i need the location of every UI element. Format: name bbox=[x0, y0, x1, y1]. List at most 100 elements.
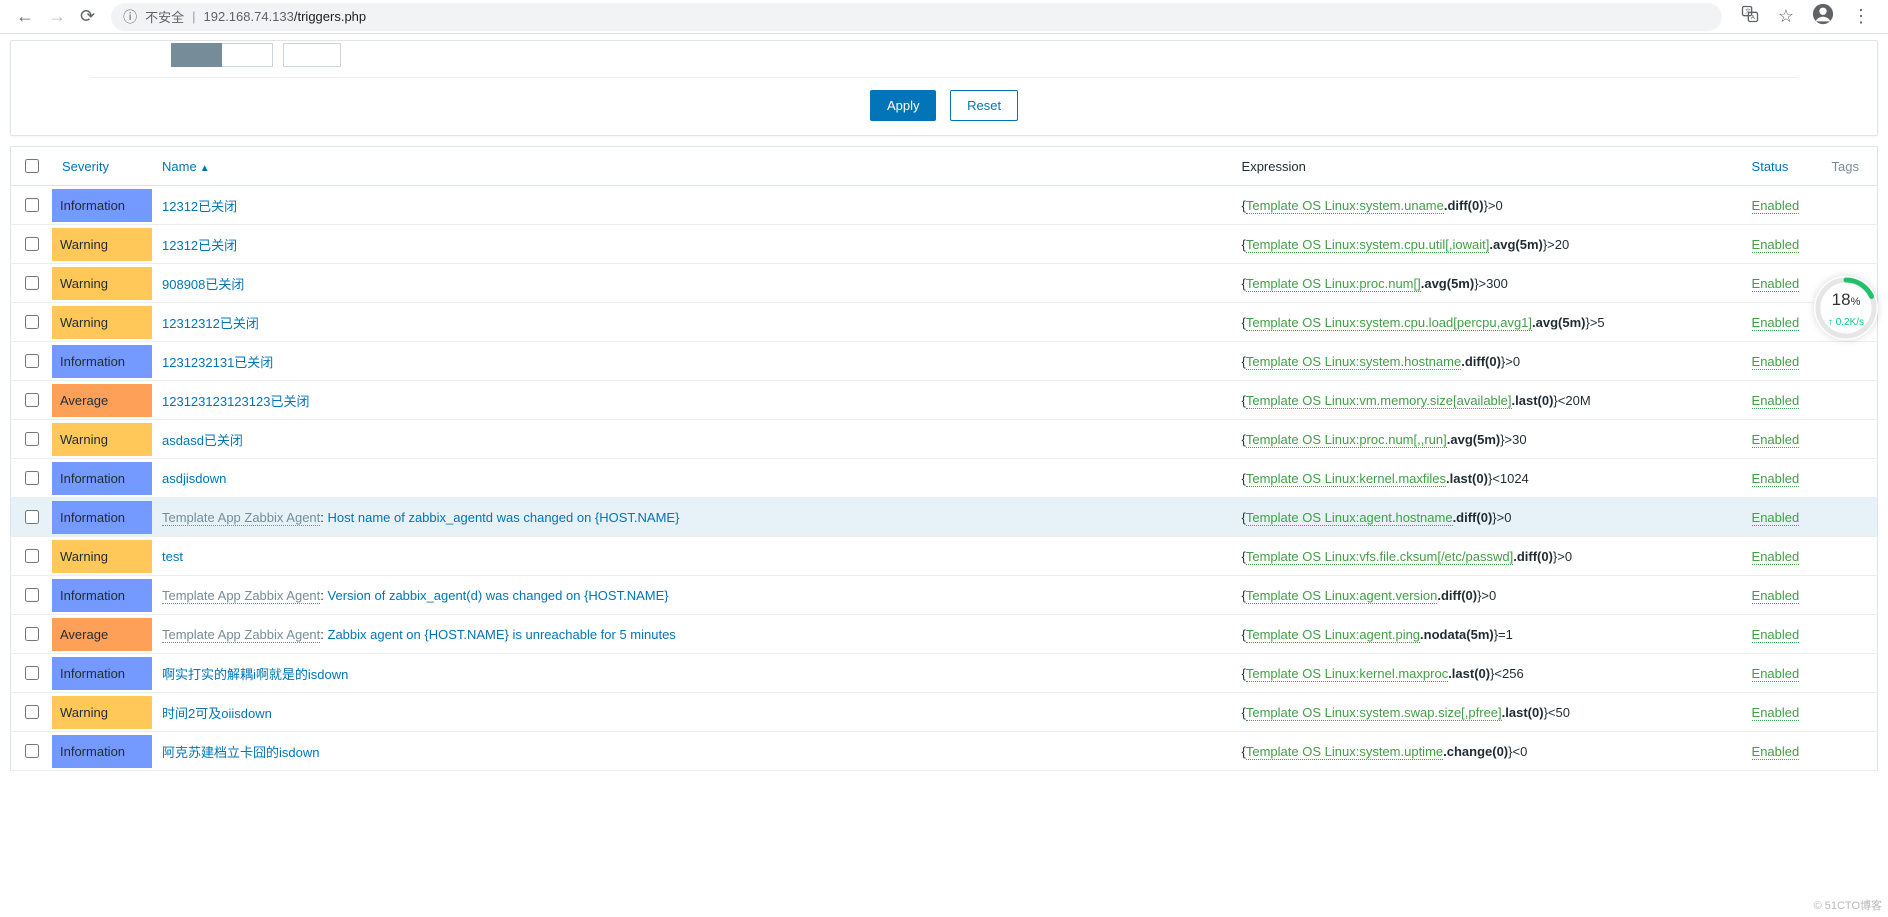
expression-item-link[interactable]: Template OS Linux:proc.num[,,run] bbox=[1246, 432, 1447, 448]
tags-cell bbox=[1822, 381, 1878, 420]
seg-option-active[interactable] bbox=[171, 43, 222, 67]
row-checkbox[interactable] bbox=[25, 237, 39, 251]
trigger-name-link[interactable]: asdjisdown bbox=[162, 471, 226, 486]
col-status[interactable]: Status bbox=[1742, 147, 1822, 186]
expression-item-link[interactable]: Template OS Linux:system.cpu.load[percpu… bbox=[1246, 315, 1532, 331]
tags-cell bbox=[1822, 654, 1878, 693]
col-severity[interactable]: Severity bbox=[52, 147, 152, 186]
expression-cell: {Template OS Linux:system.swap.size[,pfr… bbox=[1232, 693, 1742, 732]
row-checkbox[interactable] bbox=[25, 510, 39, 524]
tags-cell bbox=[1822, 420, 1878, 459]
expression-item-link[interactable]: Template OS Linux:agent.hostname bbox=[1246, 510, 1453, 526]
status-link[interactable]: Enabled bbox=[1752, 432, 1800, 448]
row-checkbox[interactable] bbox=[25, 393, 39, 407]
back-icon[interactable]: ← bbox=[16, 6, 34, 27]
upload-arrow-icon: ↑ bbox=[1828, 317, 1833, 328]
seg-option[interactable] bbox=[222, 43, 272, 67]
status-link[interactable]: Enabled bbox=[1752, 276, 1800, 292]
expression-item-link[interactable]: Template OS Linux:kernel.maxproc bbox=[1246, 666, 1448, 682]
name-cell: 阿克苏建档立卡囧的isdown bbox=[152, 732, 1232, 771]
expression-item-link[interactable]: Template OS Linux:vfs.file.cksum[/etc/pa… bbox=[1246, 549, 1513, 565]
status-link[interactable]: Enabled bbox=[1752, 471, 1800, 487]
name-cell: 12312已关闭 bbox=[152, 186, 1232, 225]
row-checkbox[interactable] bbox=[25, 276, 39, 290]
template-prefix-link[interactable]: Template App Zabbix Agent bbox=[162, 627, 320, 643]
expression-item-link[interactable]: Template OS Linux:proc.num[] bbox=[1246, 276, 1421, 292]
severity-cell: Average bbox=[52, 615, 152, 654]
status-link[interactable]: Enabled bbox=[1752, 393, 1800, 409]
trigger-name-link[interactable]: 1231232131已关闭 bbox=[162, 355, 273, 370]
trigger-name-link[interactable]: 时间2可及oiisdown bbox=[162, 706, 272, 721]
expression-item-link[interactable]: Template OS Linux:system.uptime bbox=[1246, 744, 1443, 760]
status-link[interactable]: Enabled bbox=[1752, 705, 1800, 721]
status-cell: Enabled bbox=[1742, 420, 1822, 459]
expression-item-link[interactable]: Template OS Linux:agent.version bbox=[1246, 588, 1438, 604]
trigger-name-link[interactable]: Zabbix agent on {HOST.NAME} is unreachab… bbox=[328, 627, 676, 642]
expression-item-link[interactable]: Template OS Linux:agent.ping bbox=[1246, 627, 1420, 643]
expression-item-link[interactable]: Template OS Linux:system.cpu.util[,iowai… bbox=[1246, 237, 1490, 253]
severity-badge: Information bbox=[52, 657, 152, 690]
row-checkbox[interactable] bbox=[25, 354, 39, 368]
expression-item-link[interactable]: Template OS Linux:vm.memory.size[availab… bbox=[1246, 393, 1512, 409]
status-link[interactable]: Enabled bbox=[1752, 627, 1800, 643]
trigger-name-link[interactable]: 12312已关闭 bbox=[162, 199, 237, 214]
site-info-icon[interactable]: ⓘ bbox=[123, 7, 137, 27]
reset-button[interactable]: Reset bbox=[950, 90, 1018, 121]
page-content: Apply Reset Severity Name▲ Expression St… bbox=[0, 34, 1888, 771]
trigger-name-link[interactable]: 908908已关闭 bbox=[162, 277, 244, 292]
speed-widget[interactable]: 18% ↑ 0.2K/s bbox=[1814, 276, 1878, 340]
status-cell: Enabled bbox=[1742, 498, 1822, 537]
status-link[interactable]: Enabled bbox=[1752, 198, 1800, 214]
expression-item-link[interactable]: Template OS Linux:kernel.maxfiles bbox=[1246, 471, 1446, 487]
row-checkbox[interactable] bbox=[25, 588, 39, 602]
status-link[interactable]: Enabled bbox=[1752, 237, 1800, 253]
row-checkbox[interactable] bbox=[25, 198, 39, 212]
bookmark-star-icon[interactable]: ☆ bbox=[1778, 6, 1794, 27]
status-link[interactable]: Enabled bbox=[1752, 744, 1800, 760]
row-checkbox[interactable] bbox=[25, 432, 39, 446]
status-link[interactable]: Enabled bbox=[1752, 666, 1800, 682]
expression-item-link[interactable]: Template OS Linux:system.swap.size[,pfre… bbox=[1246, 705, 1502, 721]
status-link[interactable]: Enabled bbox=[1752, 315, 1800, 331]
status-cell: Enabled bbox=[1742, 654, 1822, 693]
trigger-name-link[interactable]: asdasd已关闭 bbox=[162, 433, 243, 448]
trigger-name-link[interactable]: 123123123123123已关闭 bbox=[162, 394, 309, 409]
row-checkbox[interactable] bbox=[25, 744, 39, 758]
status-link[interactable]: Enabled bbox=[1752, 549, 1800, 565]
expression-item-link[interactable]: Template OS Linux:system.uname bbox=[1246, 198, 1444, 214]
row-checkbox[interactable] bbox=[25, 627, 39, 641]
trigger-name-link[interactable]: 12312312已关闭 bbox=[162, 316, 259, 331]
row-checkbox[interactable] bbox=[25, 315, 39, 329]
filter-seg-2[interactable] bbox=[283, 43, 341, 67]
address-bar[interactable]: ⓘ 不安全 | 192.168.74.133/triggers.php bbox=[111, 3, 1722, 31]
apply-button[interactable]: Apply bbox=[870, 90, 937, 121]
trigger-name-link[interactable]: Version of zabbix_agent(d) was changed o… bbox=[328, 588, 669, 603]
trigger-name-link[interactable]: Host name of zabbix_agentd was changed o… bbox=[328, 510, 680, 525]
col-name[interactable]: Name▲ bbox=[152, 147, 1232, 186]
kebab-menu-icon[interactable]: ⋮ bbox=[1852, 6, 1870, 27]
row-checkbox[interactable] bbox=[25, 471, 39, 485]
row-checkbox[interactable] bbox=[25, 705, 39, 719]
trigger-name-link[interactable]: 啊实打实的解耦i啊就是的isdown bbox=[162, 667, 348, 682]
status-cell: Enabled bbox=[1742, 381, 1822, 420]
select-all-checkbox[interactable] bbox=[25, 159, 39, 173]
trigger-name-link[interactable]: 12312已关闭 bbox=[162, 238, 237, 253]
row-checkbox[interactable] bbox=[25, 549, 39, 563]
filter-seg-1[interactable] bbox=[171, 43, 273, 67]
reload-icon[interactable]: ⟳ bbox=[80, 6, 95, 27]
row-checkbox-cell bbox=[11, 303, 53, 342]
trigger-name-link[interactable]: test bbox=[162, 549, 183, 564]
status-link[interactable]: Enabled bbox=[1752, 354, 1800, 370]
row-checkbox[interactable] bbox=[25, 666, 39, 680]
template-prefix-link[interactable]: Template App Zabbix Agent bbox=[162, 588, 320, 604]
translate-icon[interactable]: 文A bbox=[1740, 4, 1760, 29]
forward-icon[interactable]: → bbox=[48, 6, 66, 27]
profile-avatar-icon[interactable] bbox=[1812, 3, 1834, 30]
status-link[interactable]: Enabled bbox=[1752, 510, 1800, 526]
template-prefix-link[interactable]: Template App Zabbix Agent bbox=[162, 510, 320, 526]
seg-option[interactable] bbox=[283, 43, 341, 67]
expression-item-link[interactable]: Template OS Linux:system.hostname bbox=[1246, 354, 1461, 370]
status-link[interactable]: Enabled bbox=[1752, 588, 1800, 604]
trigger-name-link[interactable]: 阿克苏建档立卡囧的isdown bbox=[162, 745, 319, 760]
col-tags: Tags bbox=[1822, 147, 1878, 186]
